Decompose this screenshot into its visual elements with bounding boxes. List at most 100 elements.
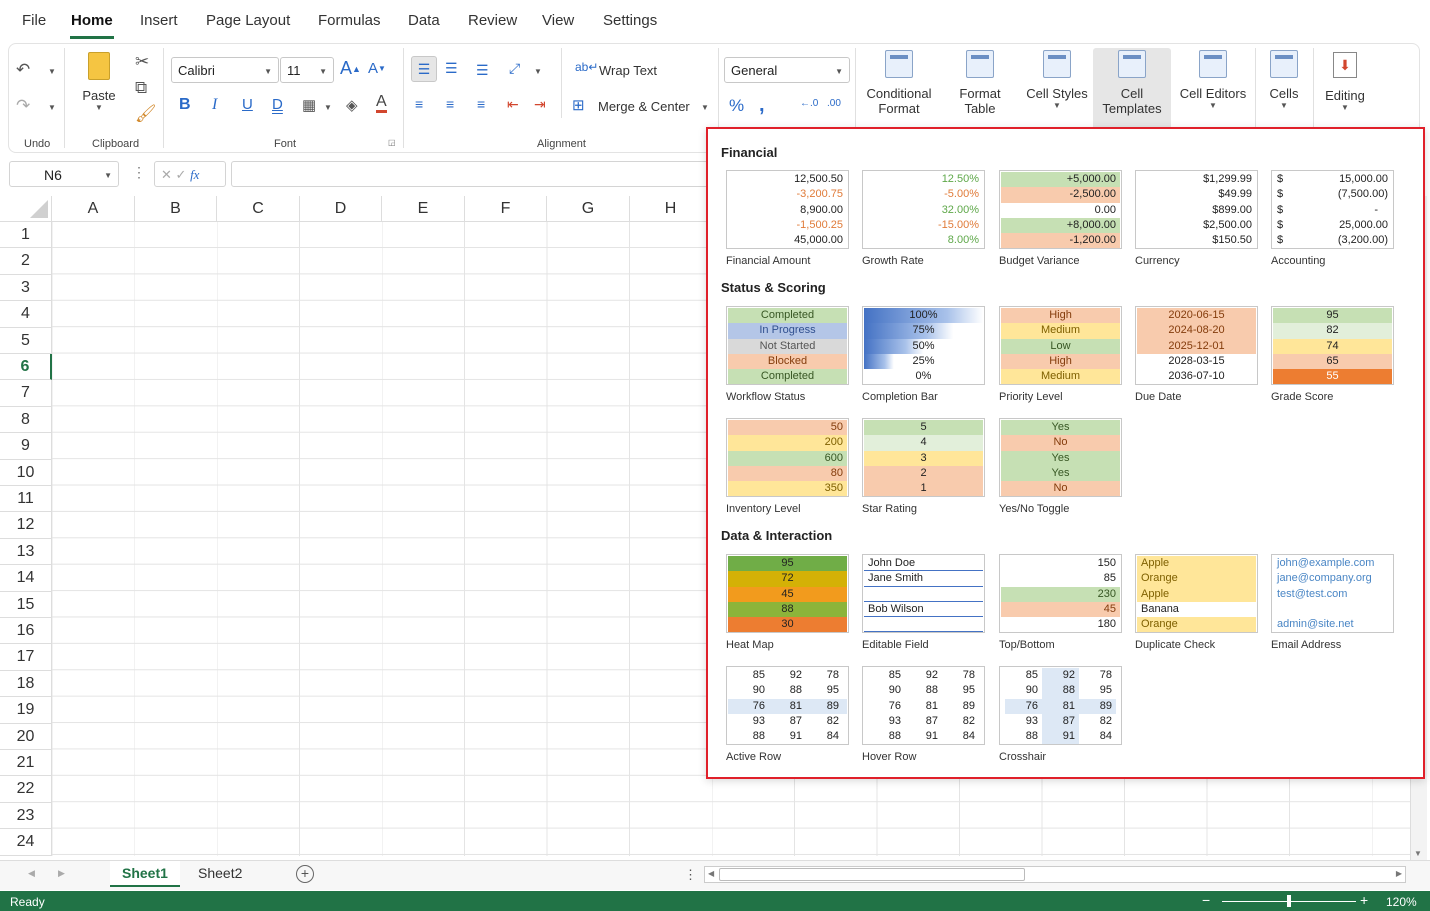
undo-icon[interactable]: ↶: [16, 60, 30, 80]
template-inventory-level[interactable]: 50 200 600 80 350 Inventory Level: [726, 418, 850, 515]
template-yes-no-toggle[interactable]: Yes No Yes Yes No Yes/No Toggle: [999, 418, 1123, 515]
increase-font-icon[interactable]: A ▲: [340, 58, 361, 79]
menu-home[interactable]: Home: [71, 12, 113, 29]
template-priority-level[interactable]: High Medium Low High Medium Priority Lev…: [999, 306, 1123, 403]
template-duplicate-check[interactable]: Apple Orange Apple Banana Orange Duplica…: [1135, 554, 1259, 651]
column-header[interactable]: A: [52, 196, 135, 222]
underline-icon[interactable]: U: [242, 96, 253, 113]
increase-decimal-icon[interactable]: ←.0: [800, 98, 818, 109]
font-dialog-launcher-icon[interactable]: ◲: [388, 138, 396, 147]
conditional-format-button[interactable]: Conditional Format: [862, 50, 936, 116]
column-header[interactable]: D: [300, 196, 382, 222]
row-header[interactable]: 8: [0, 406, 52, 434]
cut-icon[interactable]: ✂: [135, 52, 149, 72]
row-header[interactable]: 13: [0, 538, 52, 566]
name-box[interactable]: N6 ▼: [9, 161, 119, 187]
add-sheet-icon[interactable]: +: [296, 865, 314, 883]
row-header[interactable]: 10: [0, 459, 52, 486]
wrap-text-button[interactable]: Wrap Text: [599, 63, 657, 78]
row-header[interactable]: 17: [0, 644, 52, 671]
prev-sheet-icon[interactable]: ◀: [28, 868, 35, 879]
row-header[interactable]: 18: [0, 670, 52, 698]
row-header[interactable]: 3: [0, 274, 52, 302]
scroll-down-icon[interactable]: ▼: [1414, 849, 1422, 858]
cell-editors-button[interactable]: Cell Editors ▼: [1176, 50, 1250, 110]
paste-button[interactable]: Paste ▼: [80, 50, 118, 112]
decrease-font-icon[interactable]: A ▼: [368, 60, 386, 77]
row-header[interactable]: 21: [0, 750, 52, 777]
cell-styles-button[interactable]: Cell Styles ▼: [1024, 50, 1090, 110]
tab-splitter-icon[interactable]: ⋮: [684, 867, 697, 883]
undo-dropdown-icon[interactable]: ▼: [48, 67, 56, 76]
scroll-left-icon[interactable]: ◀: [708, 869, 714, 878]
formula-input[interactable]: [231, 161, 711, 187]
column-header[interactable]: C: [217, 196, 300, 222]
italic-icon[interactable]: I: [212, 96, 217, 114]
borders-icon[interactable]: ▦: [302, 96, 316, 114]
row-header[interactable]: 19: [0, 697, 52, 724]
text-orientation-icon[interactable]: ⤢: [509, 60, 520, 77]
row-header[interactable]: 7: [0, 380, 52, 407]
row-header[interactable]: 2: [0, 248, 52, 275]
row-header[interactable]: 16: [0, 618, 52, 645]
sheet-tab-sheet1[interactable]: Sheet1: [110, 861, 180, 887]
column-header[interactable]: F: [465, 196, 547, 222]
more-options-icon[interactable]: ⋮: [132, 164, 146, 181]
merge-center-button[interactable]: Merge & Center: [598, 99, 690, 114]
template-accounting[interactable]: $15,000.00 $ (7,500.00) $ - $25,000.00 $ (3…: [1271, 170, 1395, 267]
format-table-button[interactable]: Format Table: [950, 50, 1010, 116]
scroll-right-icon[interactable]: ▶: [1396, 869, 1402, 878]
menu-settings[interactable]: Settings: [603, 12, 657, 29]
template-top-bottom[interactable]: 150 85 230 45 180 Top/Bottom: [999, 554, 1123, 651]
template-currency[interactable]: $1,299.99 $49.99 $899.00 $2,500.00 $150.…: [1135, 170, 1259, 267]
menu-page-layout[interactable]: Page Layout: [206, 12, 290, 29]
row-header[interactable]: 24: [0, 829, 52, 856]
borders-dropdown-icon[interactable]: ▼: [324, 103, 332, 112]
align-bottom-icon[interactable]: ☰: [476, 62, 489, 79]
row-header[interactable]: 20: [0, 723, 52, 750]
row-header[interactable]: 22: [0, 776, 52, 803]
cell-templates-button[interactable]: Cell Templates: [1095, 50, 1169, 116]
column-header[interactable]: B: [135, 196, 217, 222]
row-header[interactable]: 14: [0, 565, 52, 592]
confirm-icon[interactable]: ✓: [176, 167, 187, 182]
align-top-icon[interactable]: ☰: [411, 56, 437, 82]
zoom-slider-thumb[interactable]: [1287, 895, 1291, 907]
percent-icon[interactable]: %: [729, 96, 744, 116]
template-financial-amount[interactable]: 12,500.50 -3,200.75 8,900.00 -1,500.25 4…: [726, 170, 850, 267]
row-header[interactable]: 15: [0, 591, 52, 618]
horizontal-scroll-thumb[interactable]: [719, 868, 1025, 881]
template-heat-map[interactable]: 95 72 45 88 30 Heat Map: [726, 554, 850, 651]
menu-review[interactable]: Review: [468, 12, 517, 29]
cells-button[interactable]: Cells ▼: [1262, 50, 1306, 110]
template-hover-row[interactable]: 85 92 78 90 88 95 76 81 89 93 87 82 88 91 84 Hover Row: [862, 666, 986, 763]
horizontal-scrollbar[interactable]: ◀ ▶: [704, 866, 1406, 883]
double-underline-icon[interactable]: D: [272, 96, 283, 113]
column-header[interactable]: E: [382, 196, 465, 222]
wrap-text-icon[interactable]: ab↵: [575, 60, 598, 74]
column-header[interactable]: H: [630, 196, 712, 222]
merge-dropdown-icon[interactable]: ▼: [701, 103, 709, 112]
column-header[interactable]: G: [547, 196, 630, 222]
orientation-dropdown-icon[interactable]: ▼: [534, 67, 542, 76]
align-right-icon[interactable]: ≡: [477, 96, 485, 112]
format-painter-icon[interactable]: 🖌: [135, 104, 157, 124]
editing-button[interactable]: ⬇ Editing ▼: [1320, 50, 1370, 112]
font-size-select[interactable]: 11 ▼: [280, 57, 334, 83]
comma-style-icon[interactable]: ,: [759, 94, 765, 117]
increase-indent-icon[interactable]: ⇥: [534, 96, 546, 113]
template-star-rating[interactable]: 5 4 3 2 1 Star Rating: [862, 418, 986, 515]
decrease-indent-icon[interactable]: ⇤: [507, 96, 519, 113]
row-header[interactable]: 9: [0, 433, 52, 460]
cancel-icon[interactable]: ✕: [161, 167, 172, 182]
template-completion-bar[interactable]: 100% 75% 50% 25% 0% Completion Bar: [862, 306, 986, 403]
menu-formulas[interactable]: Formulas: [318, 12, 381, 29]
template-active-row[interactable]: 85 92 78 90 88 95 76 81 89 93 87 82 88 91 84 Active Ro…: [726, 666, 850, 763]
template-grade-score[interactable]: 95 82 74 65 55 Grade Score: [1271, 306, 1395, 403]
menu-data[interactable]: Data: [408, 12, 440, 29]
template-due-date[interactable]: 2020-06-15 2024-08-20 2025-12-01 2028-03…: [1135, 306, 1259, 403]
template-email-address[interactable]: john@example.com jane@company.org test@t…: [1271, 554, 1395, 651]
bold-icon[interactable]: B: [179, 96, 191, 114]
row-header[interactable]: 4: [0, 301, 52, 328]
align-middle-icon[interactable]: ☰: [445, 60, 458, 77]
